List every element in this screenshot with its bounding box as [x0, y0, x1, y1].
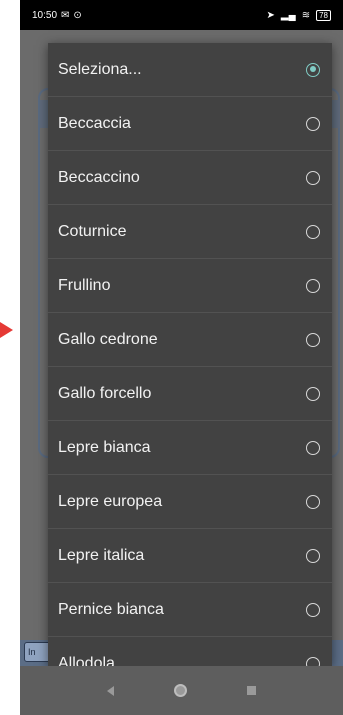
- home-icon[interactable]: [174, 684, 187, 697]
- navigation-bar: [20, 666, 343, 715]
- recents-icon[interactable]: [247, 686, 256, 695]
- radio-unchecked-icon[interactable]: [306, 656, 320, 666]
- red-arrow-pointer: [0, 322, 13, 338]
- back-icon[interactable]: [107, 685, 114, 696]
- option-label: Seleziona...: [58, 60, 142, 78]
- radio-unchecked-icon[interactable]: [306, 278, 320, 293]
- radio-unchecked-icon[interactable]: [306, 440, 320, 455]
- radio-unchecked-icon[interactable]: [306, 116, 320, 131]
- radio-unchecked-icon[interactable]: [306, 224, 320, 239]
- radio-unchecked-icon[interactable]: [306, 332, 320, 347]
- radio-unchecked-icon[interactable]: [306, 170, 320, 185]
- option-label: Gallo forcello: [58, 384, 152, 402]
- signal-icon: ▂▄: [280, 9, 296, 21]
- dropdown-option[interactable]: Lepre europea: [48, 475, 332, 529]
- dropdown-option[interactable]: Lepre italica: [48, 529, 332, 583]
- battery-icon: 78: [316, 9, 331, 21]
- status-time: 10:50: [32, 9, 58, 21]
- dropdown-option[interactable]: Coturnice: [48, 205, 332, 259]
- option-label: Pernice bianca: [58, 600, 164, 618]
- dropdown-dialog: Seleziona... Beccaccia Beccaccino Coturnice…: [48, 43, 332, 666]
- location-icon: ➤: [266, 9, 275, 21]
- dropdown-option[interactable]: Lepre bianca: [48, 421, 332, 475]
- option-label: Beccaccino: [58, 168, 140, 186]
- dropdown-option[interactable]: Beccaccia: [48, 97, 332, 151]
- radio-unchecked-icon[interactable]: [306, 548, 320, 563]
- option-label: Beccaccia: [58, 114, 131, 132]
- dropdown-option[interactable]: Frullino: [48, 259, 332, 313]
- dropdown-option[interactable]: Gallo forcello: [48, 367, 332, 421]
- option-label: Allodola: [58, 654, 115, 667]
- mail-icon: ✉: [61, 9, 70, 21]
- option-label: Lepre europea: [58, 492, 163, 510]
- wifi-icon: ≋: [301, 9, 311, 21]
- dropdown-option[interactable]: Pernice bianca: [48, 583, 332, 637]
- option-label: Lepre italica: [58, 546, 145, 564]
- option-label: Gallo cedrone: [58, 330, 158, 348]
- dropdown-option[interactable]: Allodola: [48, 637, 332, 666]
- phone-screen: 10:50 ✉ ⊙ ➤ ▂▄ ≋ 78 In Seleziona... Becca…: [20, 0, 343, 715]
- status-bar: 10:50 ✉ ⊙ ➤ ▂▄ ≋ 78: [20, 0, 343, 30]
- option-label: Lepre bianca: [58, 438, 151, 456]
- notification-icon: ⊙: [73, 9, 82, 21]
- option-label: Frullino: [58, 276, 111, 294]
- radio-unchecked-icon[interactable]: [306, 494, 320, 509]
- radio-checked-icon[interactable]: [306, 62, 320, 77]
- dropdown-option[interactable]: Gallo cedrone: [48, 313, 332, 367]
- dropdown-option[interactable]: Beccaccino: [48, 151, 332, 205]
- radio-unchecked-icon[interactable]: [306, 602, 320, 617]
- radio-unchecked-icon[interactable]: [306, 386, 320, 401]
- dropdown-option[interactable]: Seleziona...: [48, 43, 332, 97]
- option-label: Coturnice: [58, 222, 127, 240]
